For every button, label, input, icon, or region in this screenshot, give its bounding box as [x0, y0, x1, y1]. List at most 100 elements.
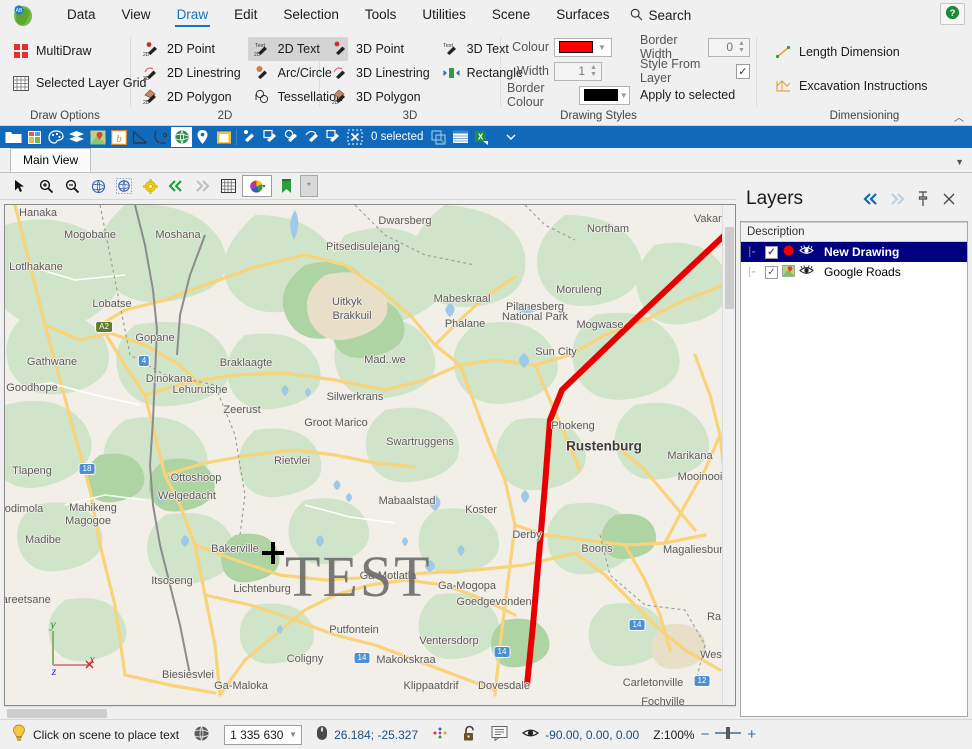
globe-view-alt-icon[interactable]: [112, 175, 136, 197]
globe-icon[interactable]: [171, 127, 192, 147]
eye-icon[interactable]: [799, 265, 814, 279]
lock-toggle[interactable]: [455, 725, 484, 745]
pin-icon[interactable]: [910, 187, 936, 211]
rewind-icon[interactable]: [164, 175, 188, 197]
close-icon[interactable]: [936, 187, 962, 211]
select-circle-icon[interactable]: [281, 127, 302, 147]
help-button[interactable]: ?: [940, 3, 965, 25]
zoom-in-button[interactable]: +: [747, 726, 756, 743]
zoom-in-icon[interactable]: [34, 175, 58, 197]
collapse-left-icon[interactable]: [858, 187, 884, 211]
map-horizontal-scroll-thumb[interactable]: [7, 709, 107, 718]
border-width-spinner[interactable]: 0 ▲ ▼: [708, 37, 750, 57]
toolbar-overflow-chevron-down-icon[interactable]: [500, 127, 521, 147]
export-excel-icon[interactable]: X: [471, 127, 492, 147]
colour-field-row: Colour ▼: [507, 36, 630, 58]
select-crop-icon[interactable]: [323, 127, 344, 147]
fast-forward-icon[interactable]: [190, 175, 214, 197]
multidraw-button[interactable]: MultiDraw: [6, 39, 124, 63]
2d-polygon-button[interactable]: 2D 2D Polygon: [137, 85, 246, 109]
eye-icon[interactable]: [799, 245, 814, 259]
status-globe[interactable]: [186, 725, 217, 745]
ribbon-search[interactable]: Search: [630, 8, 691, 24]
2d-linestring-button[interactable]: 2D 2D Linestring: [137, 61, 246, 85]
ribbon-tab-data[interactable]: Data: [54, 4, 109, 28]
grid-icon[interactable]: [216, 175, 240, 197]
2d-linestring-icon: 2D: [142, 65, 161, 82]
data-table-icon[interactable]: [24, 127, 45, 147]
selected-layer-grid-button[interactable]: Selected Layer Grid: [6, 71, 146, 95]
style-from-layer-checkbox[interactable]: ✓: [735, 63, 750, 79]
note-icon[interactable]: [213, 127, 234, 147]
scale-selector[interactable]: 1 335 630 ▼: [217, 724, 309, 745]
ribbon-collapse-icon[interactable]: ︿: [954, 109, 964, 124]
copy-selection-icon[interactable]: [429, 127, 450, 147]
open-folder-icon[interactable]: [3, 127, 24, 147]
apply-to-selected-row[interactable]: Apply to selected: [640, 84, 750, 106]
comment-toggle[interactable]: [484, 725, 515, 744]
tab-main-view[interactable]: Main View: [10, 148, 92, 172]
layer-visibility-checkbox[interactable]: ✓: [765, 265, 778, 279]
border-colour-picker[interactable]: ▼: [579, 85, 630, 105]
map-canvas[interactable]: Hanaka Mogobane Moshana Lotlhakane Lobatse Go…: [5, 205, 735, 705]
zoom-out-icon[interactable]: [60, 175, 84, 197]
select-rect-icon[interactable]: [260, 127, 281, 147]
google-maps-icon[interactable]: [87, 127, 108, 147]
ribbon-tab-tools[interactable]: Tools: [352, 4, 410, 28]
table-view-icon[interactable]: [450, 127, 471, 147]
asterisk-icon[interactable]: *: [300, 175, 318, 197]
expand-right-icon[interactable]: [884, 187, 910, 211]
map-horizontal-scrollbar[interactable]: [4, 706, 736, 719]
width-stepper[interactable]: ▲ ▼: [588, 64, 599, 78]
layer-visibility-checkbox[interactable]: ✓: [765, 245, 778, 259]
3d-linestring-button[interactable]: 3D Linestring: [326, 61, 435, 85]
zoom-out-button[interactable]: −: [701, 726, 710, 743]
layer-row-google-roads[interactable]: ┊╴ ✓ Google Roads: [741, 262, 967, 282]
excavation-instructions-button[interactable]: Excavation Instructions: [769, 74, 966, 98]
ribbon-tab-edit[interactable]: Edit: [221, 4, 270, 28]
snap-toggle[interactable]: [425, 725, 455, 744]
ribbon-tab-utilities[interactable]: Utilities: [409, 4, 479, 28]
3d-point-icon: [331, 41, 350, 58]
ribbon-tab-view[interactable]: View: [109, 4, 164, 28]
zoom-control[interactable]: Z:100% − +: [646, 726, 763, 743]
map-viewport[interactable]: Hanaka Mogobane Moshana Lotlhakane Lobatse Go…: [4, 204, 736, 706]
zoom-slider[interactable]: [715, 726, 742, 743]
bookmark-icon[interactable]: [274, 175, 298, 197]
3d-point-button[interactable]: 3D Point: [326, 37, 435, 61]
select-lasso-icon[interactable]: [302, 127, 323, 147]
settings-gear-icon[interactable]: [138, 175, 162, 197]
view-tabs-chevron-down-icon[interactable]: ▼: [955, 157, 964, 167]
compass-icon[interactable]: [150, 127, 171, 147]
measure-icon[interactable]: [129, 127, 150, 147]
ribbon-tab-scene[interactable]: Scene: [479, 4, 543, 28]
chevron-down-icon[interactable]: ▼: [283, 730, 301, 739]
ribbon-tab-draw[interactable]: Draw: [164, 4, 222, 28]
palette-icon[interactable]: [45, 127, 66, 147]
layer-row-new-drawing[interactable]: ┊╴ ✓ New Drawing: [741, 242, 967, 262]
2d-point-button[interactable]: 2D 2D Point: [137, 37, 246, 61]
select-arrow-icon[interactable]: [239, 127, 260, 147]
length-dimension-button[interactable]: Length Dimension: [769, 40, 966, 64]
ribbon-tab-selection[interactable]: Selection: [270, 4, 352, 28]
length-dimension-label: Length Dimension: [799, 45, 900, 59]
ribbon-tab-surfaces[interactable]: Surfaces: [543, 4, 622, 28]
pointer-icon[interactable]: [8, 175, 32, 197]
clear-selection-icon[interactable]: [344, 127, 365, 147]
map-place-label: Ottoshoop: [170, 472, 222, 484]
3d-polygon-button[interactable]: 2D 3D Polygon: [326, 85, 435, 109]
map-vertical-scroll-thumb[interactable]: [725, 227, 734, 309]
colour-picker[interactable]: ▼: [554, 37, 612, 57]
border-width-stepper[interactable]: ▲ ▼: [736, 40, 747, 54]
globe-view-icon[interactable]: [86, 175, 110, 197]
map-vertical-scrollbar[interactable]: [722, 205, 735, 705]
map-place-label: Lotlhakane: [9, 261, 63, 273]
place-marker-icon[interactable]: [192, 127, 213, 147]
colour-palette-icon[interactable]: [242, 175, 272, 197]
scale-combo[interactable]: 1 335 630 ▼: [224, 724, 303, 745]
layers-stack-icon[interactable]: [66, 127, 87, 147]
bing-maps-icon[interactable]: b: [108, 127, 129, 147]
map-text-annotation[interactable]: TEST: [285, 543, 432, 610]
width-spinner[interactable]: 1 ▲ ▼: [554, 61, 602, 81]
app-globe-logo[interactable]: AB: [4, 3, 42, 29]
